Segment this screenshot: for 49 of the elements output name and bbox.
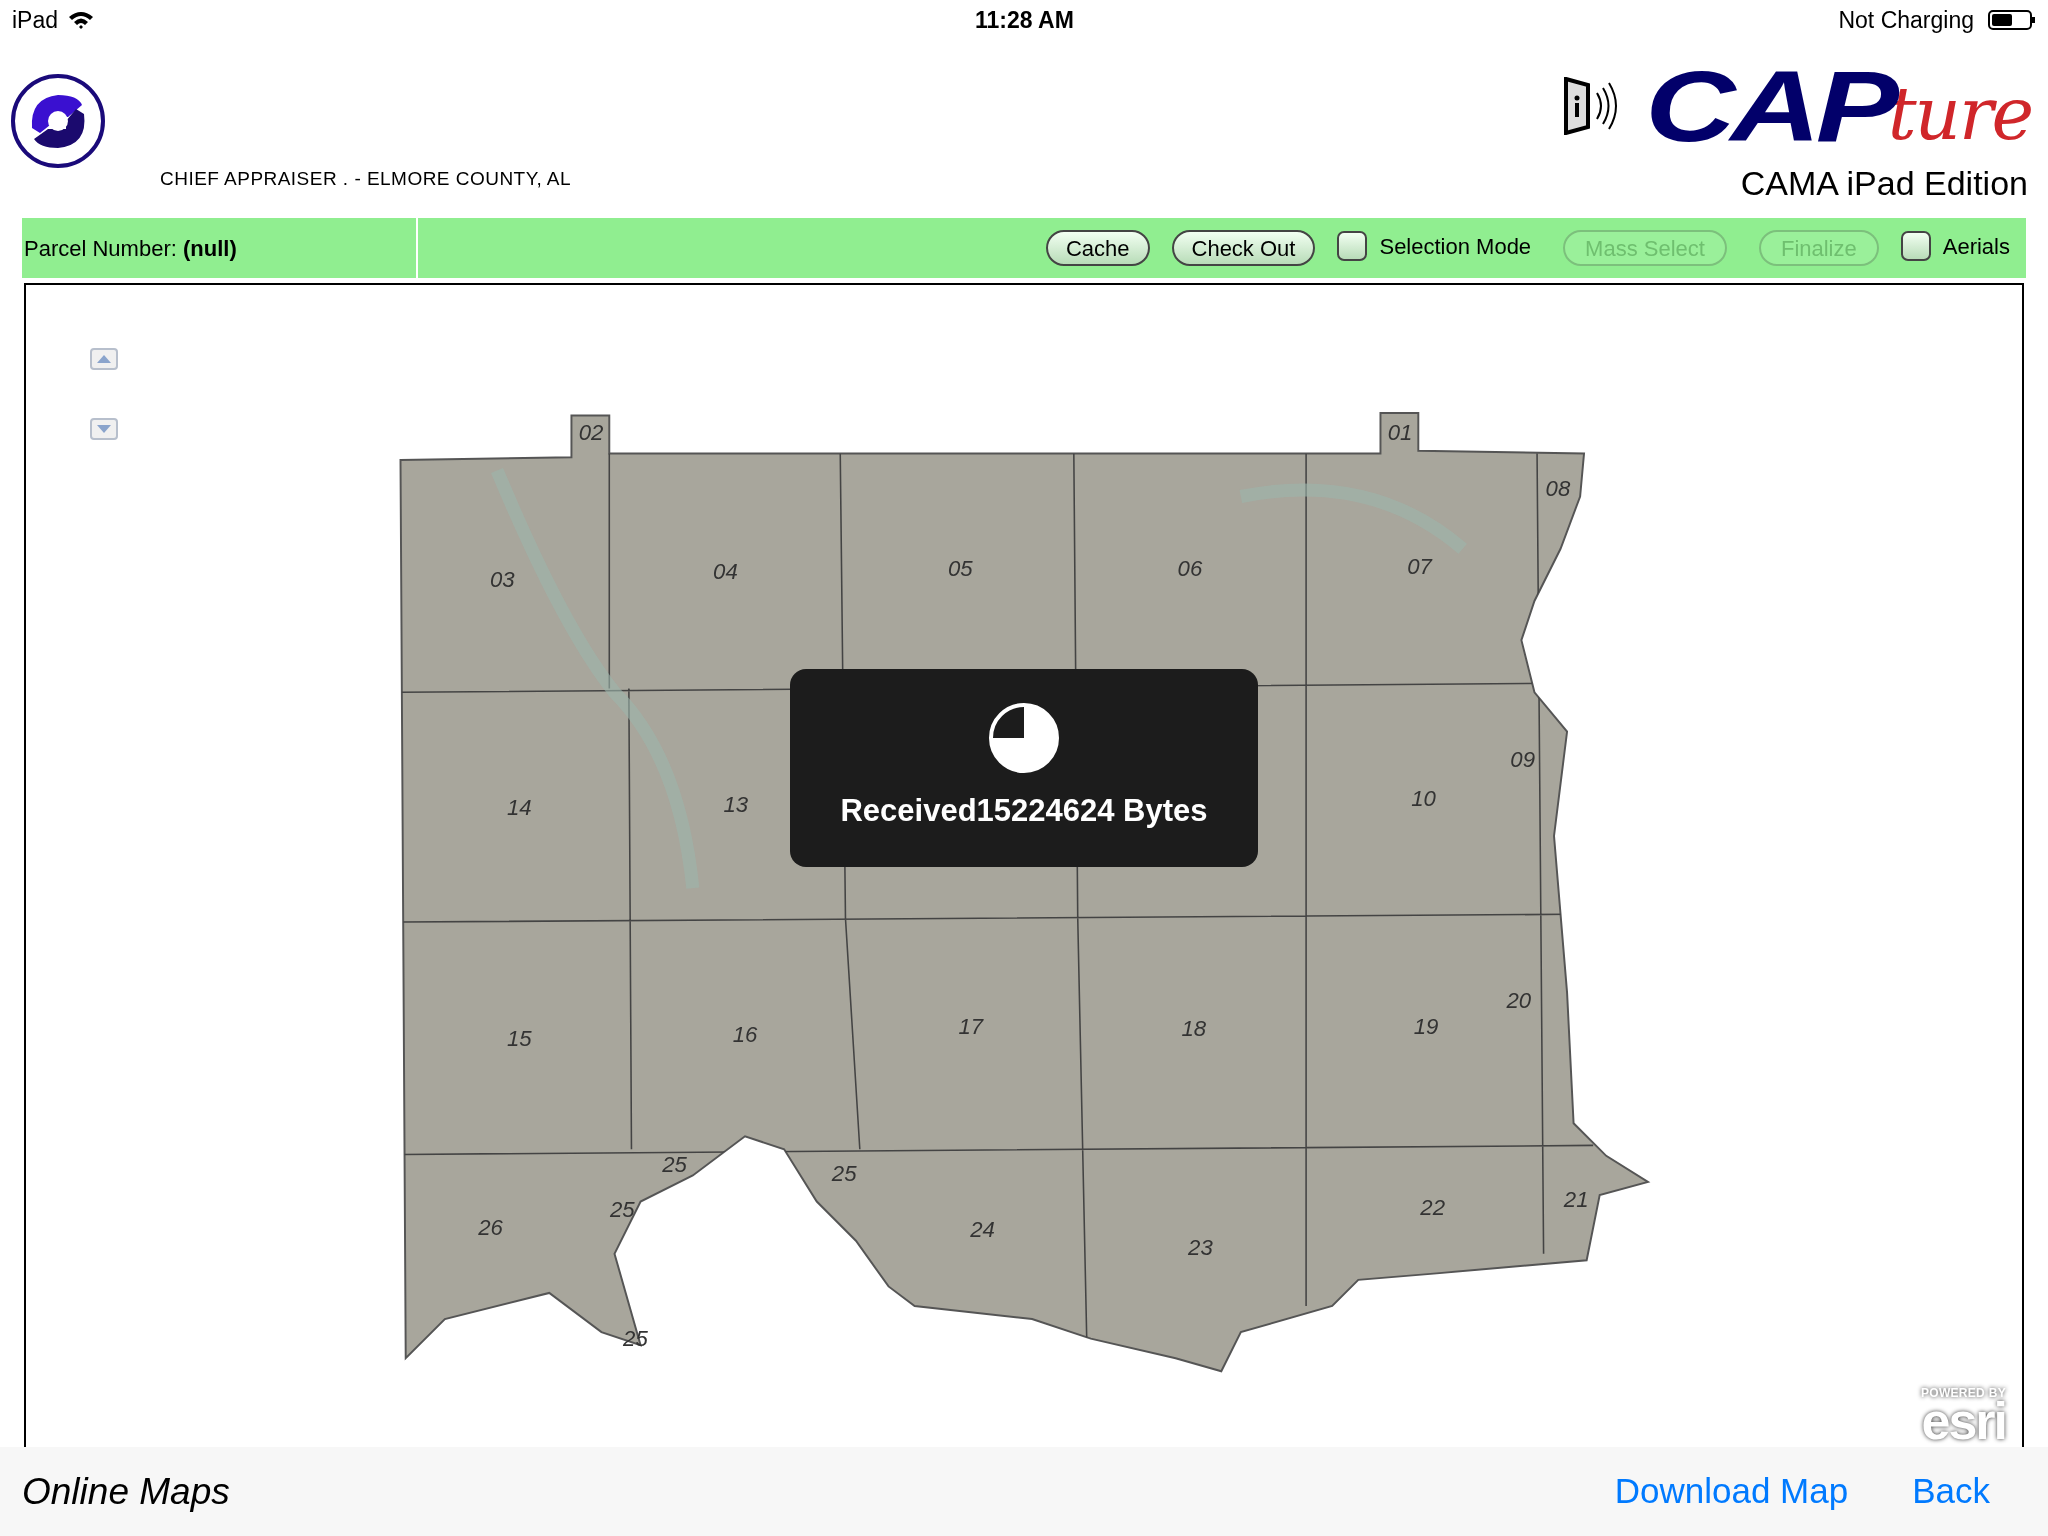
map-section-label: 17 <box>958 1014 984 1040</box>
battery-status: Not Charging <box>1838 5 1974 35</box>
map-section-label: 26 <box>478 1215 503 1241</box>
map-section-label: 25 <box>623 1326 648 1352</box>
map-section-label: 15 <box>506 1026 532 1052</box>
map-section-label: 24 <box>970 1216 995 1242</box>
map-section-label: 03 <box>489 566 515 592</box>
toolbar-button[interactable]: Cache <box>1045 230 1150 266</box>
map-section-label: 10 <box>1411 785 1436 811</box>
screen-title: Online Maps <box>22 1469 230 1514</box>
map-section-label: 09 <box>1510 746 1536 772</box>
map-section-label: 06 <box>1177 556 1203 582</box>
map-section-label: 20 <box>1506 988 1532 1014</box>
map-section-label: 08 <box>1545 476 1571 502</box>
checkbox-label: Selection Mode <box>1379 232 1532 261</box>
up-arrow-icon <box>97 355 111 363</box>
map-section-label: 02 <box>578 420 604 446</box>
checkbox[interactable] <box>1337 231 1368 261</box>
parcel-number-text: Parcel Number: (null) <box>24 234 237 263</box>
map-section-label: 25 <box>831 1160 857 1186</box>
map-section-label: 22 <box>1420 1194 1445 1220</box>
down-arrow-icon <box>97 425 111 433</box>
map-section-label: 25 <box>610 1197 635 1223</box>
loading-message: Received15224624 Bytes <box>840 791 1208 830</box>
progress-pie-icon <box>988 701 1060 774</box>
map-section-label: 18 <box>1181 1015 1207 1041</box>
map-section-label: 16 <box>732 1022 758 1048</box>
map-section-label: 13 <box>723 792 749 818</box>
map-section-label: 21 <box>1563 1186 1589 1212</box>
device-name: iPad <box>12 5 59 35</box>
map-section-label: 14 <box>506 795 532 821</box>
map-section-label: 23 <box>1188 1235 1213 1261</box>
toolbar-button[interactable]: Check Out <box>1171 230 1316 266</box>
checkbox[interactable] <box>1900 231 1931 261</box>
footer-link[interactable]: Back <box>1912 1465 1990 1518</box>
footer-link[interactable]: Download Map <box>1614 1465 1849 1518</box>
wifi-icon <box>68 10 95 30</box>
app-subtitle: CAMA iPad Edition <box>1740 163 2028 204</box>
map-section-label: 19 <box>1413 1014 1439 1040</box>
map-section-label: 01 <box>1387 420 1413 446</box>
map-section-label: 07 <box>1407 553 1432 579</box>
office-title: CHIEF APPRAISER . - ELMORE COUNTY, AL <box>160 167 572 191</box>
map-section-label: 25 <box>662 1151 687 1177</box>
checkbox-label: Aerials <box>1942 232 2010 261</box>
battery-icon <box>1988 10 2036 30</box>
company-logo-icon <box>10 73 106 169</box>
map-section-label: 04 <box>713 558 738 584</box>
map-section-label: 05 <box>947 556 973 582</box>
clock-time: 11:28 AM <box>975 5 1074 35</box>
